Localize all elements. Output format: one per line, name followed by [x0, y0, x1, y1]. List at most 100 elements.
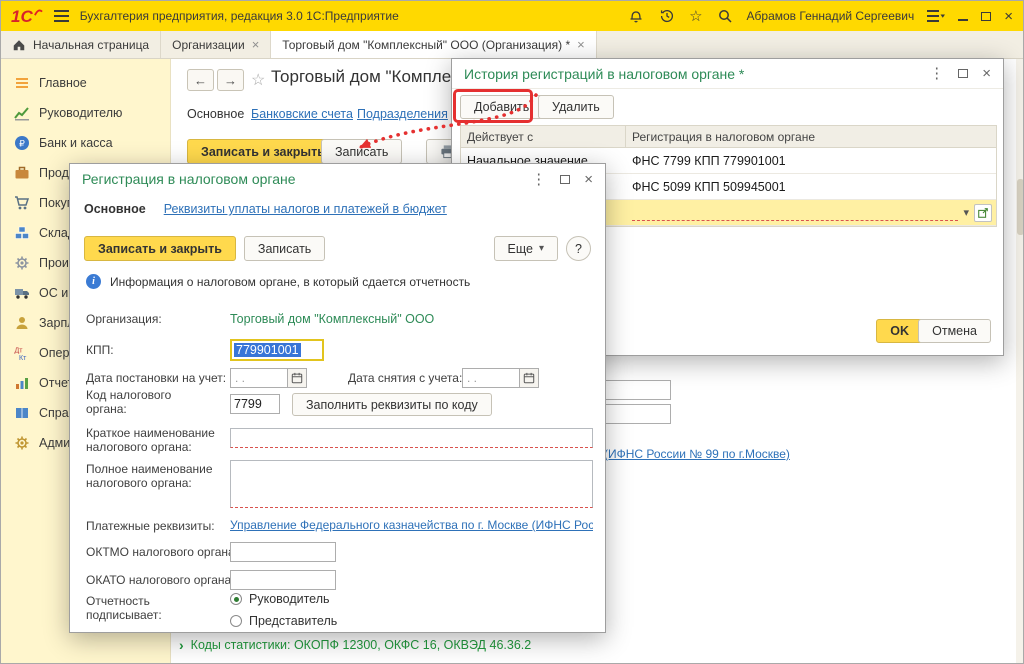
signer-option-representative[interactable]: Представитель — [230, 614, 337, 628]
search-icon[interactable] — [716, 7, 734, 25]
maximize-icon[interactable] — [560, 175, 570, 184]
tab-label: Начальная страница — [33, 38, 149, 52]
dropdown-caret-icon: ▾ — [539, 243, 544, 254]
org-label: Организация: — [86, 312, 162, 326]
sidebar-item-bank-kassa[interactable]: ₽ Банк и касса — [1, 128, 170, 158]
kpp-selected-text: 779901001 — [234, 343, 301, 357]
close-tab-icon[interactable]: × — [252, 38, 260, 51]
sidebar-item-label: Банк и касса — [39, 136, 113, 150]
sidebar-item-label: Главное — [39, 76, 87, 90]
more-menu-icon[interactable]: ⋮ — [531, 172, 546, 187]
registration-dialog: Регистрация в налоговом органе ⋮ × Основ… — [69, 163, 606, 633]
column-header-valid-from[interactable]: Действует с — [461, 126, 626, 147]
favorite-toggle-icon[interactable]: ☆ — [251, 70, 265, 90]
app-titlebar: 1С Бухгалтерия предприятия, редакция 3.0… — [1, 1, 1023, 31]
save-close-button[interactable]: Записать и закрыть — [187, 139, 339, 164]
payment-requisites-label: Платежные реквизиты: — [86, 519, 215, 533]
save-button[interactable]: Записать — [321, 139, 402, 164]
date-registered-field[interactable]: . . — [230, 368, 288, 388]
service-settings-icon[interactable] — [927, 7, 945, 25]
more-menu-icon[interactable]: ⋮ — [929, 66, 944, 81]
radio-selected-icon[interactable] — [230, 593, 242, 605]
1c-logo-text: 1С — [11, 8, 33, 25]
close-icon[interactable]: × — [982, 66, 991, 81]
fill-by-code-button[interactable]: Заполнить реквизиты по коду — [292, 393, 492, 416]
dropdown-caret-icon[interactable]: ▾ — [963, 206, 969, 219]
okato-input[interactable] — [230, 570, 336, 590]
kpp-field[interactable]: 779901001 — [230, 339, 324, 361]
delete-button[interactable]: Удалить — [538, 95, 614, 119]
info-icon: i — [86, 274, 101, 289]
nav-link-subdivisions[interactable]: Подразделения — [357, 107, 448, 121]
maximize-icon[interactable] — [958, 69, 968, 78]
signer-label: Отчетность подписывает: — [86, 594, 226, 622]
tab-organizations[interactable]: Организации × — [161, 31, 271, 58]
help-button[interactable]: ? — [566, 236, 591, 261]
payment-requisites-link[interactable]: Управление Федерального казначейства по … — [230, 518, 593, 532]
okato-label: ОКАТО налогового органа: — [86, 573, 235, 587]
treasury-link-tail[interactable]: (ИФНС России № 99 по г.Москве) — [604, 447, 790, 461]
date-unregistered-field[interactable]: . . — [462, 368, 520, 388]
dialog-save-close-button[interactable]: Записать и закрыть — [84, 236, 236, 261]
dialog-tab-osnovnoe[interactable]: Основное — [84, 202, 146, 216]
org-value[interactable]: Торговый дом "Комплексный" ООО — [230, 312, 434, 326]
calendar-icon[interactable] — [520, 368, 539, 388]
book-icon — [14, 405, 30, 421]
close-tab-icon[interactable]: × — [577, 38, 585, 51]
date-unregistered-label: Дата снятия с учета: — [348, 371, 462, 385]
favorites-star-icon[interactable]: ☆ — [689, 7, 702, 25]
svg-text:Кт: Кт — [19, 355, 27, 361]
dialog-save-button[interactable]: Записать — [244, 236, 325, 261]
cell-registration: ФНС 7799 КПП 779901001 — [626, 148, 996, 173]
sidebar-item-rukovoditelyu[interactable]: Руководителю — [1, 98, 170, 128]
sidebar-item-label: Руководителю — [39, 106, 122, 120]
nav-forward-button[interactable]: → — [217, 69, 244, 91]
open-button[interactable] — [974, 204, 992, 222]
short-name-input[interactable] — [230, 428, 593, 448]
tax-code-input[interactable] — [230, 394, 280, 414]
notifications-bell-icon[interactable] — [627, 7, 645, 25]
sidebar-item-glavnoe[interactable]: Главное — [1, 68, 170, 98]
open-windows-tabbar: Начальная страница Организации × Торговы… — [1, 31, 1023, 59]
1c-logo: 1С — [11, 8, 43, 25]
radio-icon[interactable] — [230, 615, 242, 627]
signer-option-director[interactable]: Руководитель — [230, 592, 330, 606]
registration-edit-field[interactable] — [632, 204, 958, 221]
chart-line-icon — [14, 105, 30, 121]
oktmo-input[interactable] — [230, 542, 336, 562]
add-button[interactable]: Добавить — [460, 95, 543, 119]
menu-icon — [14, 75, 30, 91]
main-menu-icon[interactable] — [54, 10, 69, 22]
registration-dialog-title: Регистрация в налоговом органе — [82, 171, 517, 187]
window-minimize-button[interactable] — [958, 19, 968, 21]
window-maximize-button[interactable] — [981, 12, 991, 21]
current-user-menu[interactable]: Абрамов Геннадий Сергеевич — [747, 9, 915, 23]
more-actions-button[interactable]: Еще ▾ — [494, 236, 558, 261]
nav-back-button[interactable]: ← — [187, 69, 214, 91]
app-title: Бухгалтерия предприятия, редакция 3.0 1С… — [80, 9, 399, 23]
dt-kt-icon: ДтКт — [14, 345, 30, 361]
statistics-codes-group[interactable]: › Коды статистики: ОКОПФ 12300, ОКФС 16,… — [179, 637, 531, 653]
scrollbar-thumb[interactable] — [1017, 179, 1024, 235]
oktmo-label: ОКТМО налогового органа: — [86, 545, 238, 559]
1c-logo-comet — [34, 8, 43, 17]
svg-text:Дт: Дт — [15, 348, 24, 355]
close-icon[interactable]: × — [584, 172, 593, 187]
history-icon[interactable] — [658, 7, 676, 25]
tab-org-card[interactable]: Торговый дом "Комплексный" ООО (Организа… — [271, 31, 596, 58]
main-scrollbar[interactable] — [1016, 59, 1024, 664]
cell-registration: ФНС 5099 КПП 509945001 — [626, 174, 996, 199]
history-window-title: История регистраций в налоговом органе * — [464, 66, 915, 82]
window-close-button[interactable]: × — [1004, 9, 1013, 24]
dialog-tab-payment-requisites[interactable]: Реквизиты уплаты налогов и платежей в бю… — [164, 202, 447, 216]
ok-button[interactable]: OK — [876, 319, 923, 343]
gear-icon — [14, 255, 30, 271]
application-window: 1С Бухгалтерия предприятия, редакция 3.0… — [0, 0, 1024, 664]
full-name-input[interactable] — [230, 460, 593, 508]
cancel-button[interactable]: Отмена — [918, 319, 991, 343]
column-header-registration[interactable]: Регистрация в налоговом органе — [626, 126, 996, 147]
tab-home[interactable]: Начальная страница — [1, 31, 161, 58]
nav-link-bank-accounts[interactable]: Банковские счета — [251, 107, 353, 121]
calendar-icon[interactable] — [288, 368, 307, 388]
nav-link-osnovnoe[interactable]: Основное — [187, 107, 244, 121]
